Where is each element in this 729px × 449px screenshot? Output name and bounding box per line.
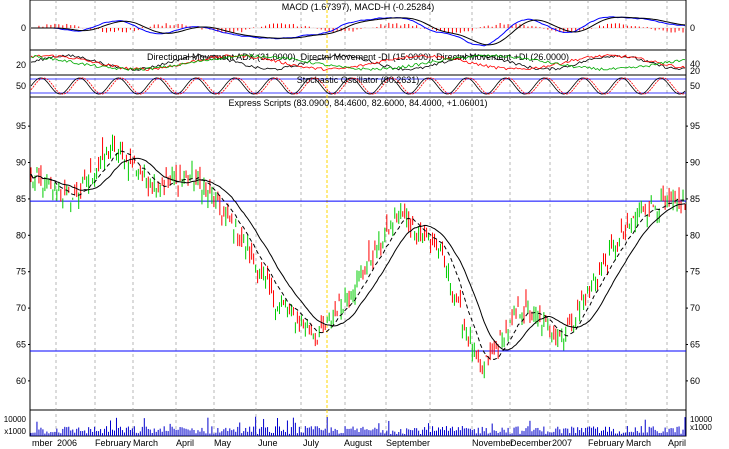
price-y-tick-left: 85 bbox=[16, 194, 26, 204]
volume-y-tick-left: 10000 bbox=[4, 415, 27, 424]
x-tick-label: mber bbox=[32, 438, 53, 448]
x-tick-label: March bbox=[133, 438, 158, 448]
price-title: Express Scripts (83.0900, 84.4600, 82.60… bbox=[229, 98, 488, 108]
dmi-y-tick-right: 20 bbox=[690, 66, 700, 76]
price-y-tick-right: 75 bbox=[690, 267, 700, 277]
chart-stage: mber 2006 February March April May June July Aug… bbox=[0, 0, 729, 449]
price-y-tick-left: 90 bbox=[16, 158, 26, 168]
x-tick-label: December bbox=[510, 438, 552, 448]
price-y-tick-right: 60 bbox=[690, 376, 700, 386]
price-y-tick-right: 85 bbox=[690, 194, 700, 204]
x-tick-label: June bbox=[258, 438, 278, 448]
x-tick-label: March bbox=[626, 438, 651, 448]
dmi-y-tick-left: 20 bbox=[16, 60, 26, 70]
x-tick-label: February bbox=[95, 438, 132, 448]
x-tick-label: April bbox=[176, 438, 194, 448]
macd-title: MACD (1.67397), MACD-H (-0.25284) bbox=[282, 2, 435, 12]
volume-y-unit-right: x1000 bbox=[690, 423, 712, 432]
x-tick-label: April bbox=[668, 438, 686, 448]
stochastic-y-tick-right: 50 bbox=[690, 81, 700, 91]
x-tick-label: May bbox=[214, 438, 232, 448]
panel-frame-price bbox=[29, 96, 687, 411]
stochastic-d-line bbox=[30, 77, 686, 95]
moving-average-short bbox=[30, 150, 686, 361]
x-tick-label: September bbox=[386, 438, 430, 448]
price-y-tick-left: 95 bbox=[16, 121, 26, 131]
x-tick-label: August bbox=[344, 438, 373, 448]
price-y-tick-right: 95 bbox=[690, 121, 700, 131]
macd-y-tick-right: 0 bbox=[690, 23, 695, 33]
x-tick-label: 2006 bbox=[57, 438, 77, 448]
price-y-tick-right: 65 bbox=[690, 339, 700, 349]
volume-y-unit-left: x1000 bbox=[4, 427, 26, 436]
price-y-tick-right: 80 bbox=[690, 230, 700, 240]
price-y-tick-right: 70 bbox=[690, 303, 700, 313]
price-y-tick-left: 65 bbox=[16, 339, 26, 349]
stochastic-y-tick-left: 50 bbox=[16, 81, 26, 91]
stock-chart: mber 2006 February March April May June July Aug… bbox=[4, 0, 713, 448]
price-y-tick-right: 90 bbox=[690, 158, 700, 168]
price-y-tick-left: 60 bbox=[16, 376, 26, 386]
macd-y-tick-left: 0 bbox=[21, 23, 26, 33]
x-tick-label: July bbox=[303, 438, 320, 448]
x-tick-label: November bbox=[472, 438, 514, 448]
x-tick-label: February bbox=[588, 438, 625, 448]
price-y-tick-left: 75 bbox=[16, 267, 26, 277]
moving-average-long bbox=[30, 157, 686, 351]
price-y-tick-left: 80 bbox=[16, 230, 26, 240]
x-tick-label: 2007 bbox=[552, 438, 572, 448]
price-y-tick-left: 70 bbox=[16, 303, 26, 313]
